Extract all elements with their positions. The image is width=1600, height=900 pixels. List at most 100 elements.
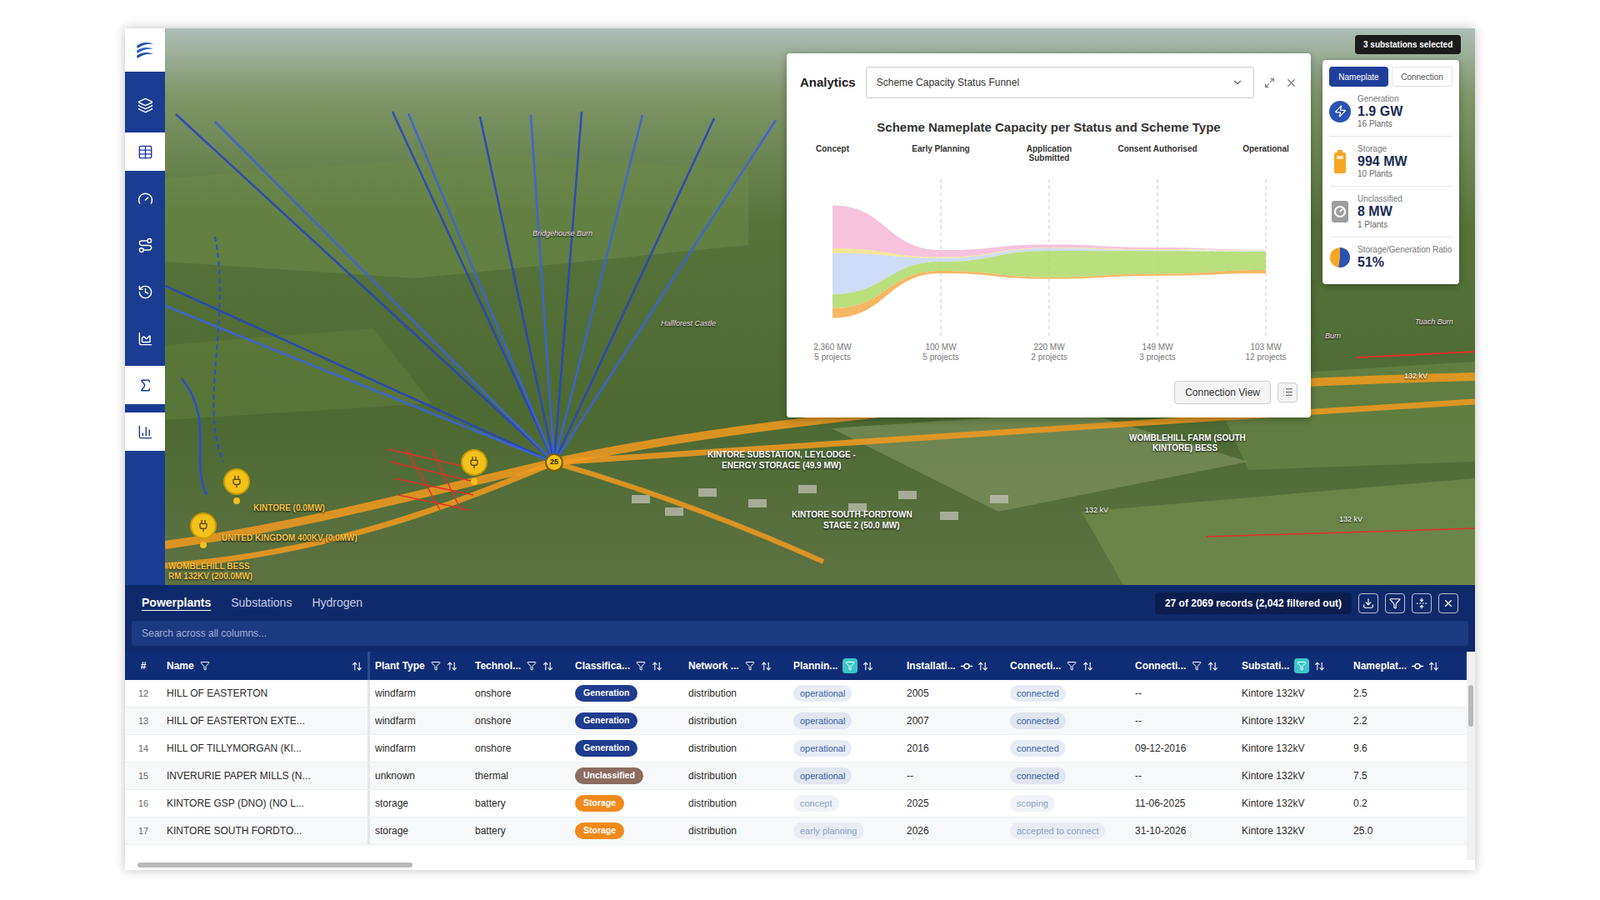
area-chart-icon	[137, 330, 154, 347]
table-cell: Storage	[570, 790, 684, 817]
column-header[interactable]: Connecti...	[1130, 651, 1237, 680]
analytics-panel: Analytics Scheme Capacity Status Funnel Sc…	[786, 53, 1311, 418]
funnel-series[interactable]	[832, 269, 1266, 318]
sort-icon[interactable]	[862, 660, 874, 672]
map-label: RM 132KV (200.0MW)	[168, 571, 253, 582]
expand-icon[interactable]	[1264, 77, 1275, 89]
column-header[interactable]: Substati...	[1236, 651, 1349, 680]
map-pin[interactable]	[223, 468, 250, 505]
sidebar-item[interactable]	[125, 365, 165, 405]
map-label: Tuach Burn	[1415, 317, 1454, 327]
table-cell: connected	[1005, 707, 1130, 735]
sidebar-item[interactable]	[125, 319, 165, 358]
funnel-series[interactable]	[832, 250, 1266, 308]
column-header[interactable]: #	[125, 651, 162, 680]
stage-value: 220 MW2 projects	[1009, 342, 1090, 364]
table-row[interactable]: 14HILL OF TILLYMORGAN (KI...windfarmonsh…	[125, 735, 1467, 763]
table-cell: 2026	[901, 817, 1005, 845]
column-filter[interactable]	[525, 660, 538, 672]
summary-tab[interactable]: Nameplate	[1329, 66, 1389, 87]
sort-icon[interactable]	[1428, 660, 1440, 672]
logo[interactable]	[125, 28, 165, 72]
toolbar-button[interactable]	[1385, 593, 1405, 614]
table-row[interactable]: 16KINTORE GSP (DNO) (NO L...storagebatte…	[125, 790, 1467, 818]
sort-icon[interactable]	[1314, 660, 1325, 672]
map-label: KINTORE SOUTH-FORDTOWN	[791, 510, 913, 520]
table-cell: 16	[125, 790, 162, 817]
sort-icon[interactable]	[542, 660, 554, 672]
table-cell: Kintore 132kV	[1236, 680, 1349, 707]
table-row[interactable]: 17KINTORE SOUTH FORDTO...storagebatteryS…	[125, 817, 1467, 845]
summary-card: NameplateConnectionGeneration1.9 GW16 Pl…	[1322, 60, 1460, 285]
vertical-scrollbar[interactable]	[1466, 651, 1475, 860]
column-header[interactable]: Network ...	[683, 651, 789, 680]
table-header: #NamePlant TypeTechnol...Classifica...Ne…	[125, 651, 1467, 680]
table-tab[interactable]: Powerplants	[141, 594, 211, 612]
column-header[interactable]: Technol...	[470, 651, 570, 680]
column-filter[interactable]	[1294, 658, 1310, 674]
toolbar-button[interactable]	[1411, 593, 1432, 614]
range-filter-icon[interactable]	[960, 660, 973, 672]
map-pin[interactable]	[460, 449, 488, 485]
table-cell: Kintore 132kV	[1236, 790, 1349, 817]
column-filter[interactable]	[635, 660, 647, 672]
chart-title: Scheme Nameplate Capacity per Status and…	[800, 118, 1298, 138]
connection-view-button[interactable]: Connection View	[1174, 380, 1271, 405]
range-filter-icon[interactable]	[1411, 660, 1424, 672]
table-row[interactable]: 15INVERURIE PAPER MILLS (N...unknownther…	[125, 762, 1467, 790]
analytics-title: Analytics	[800, 73, 856, 93]
sort-icon[interactable]	[1082, 660, 1094, 672]
cluster-badge[interactable]: 25	[545, 453, 564, 472]
table-cell: Generation	[570, 735, 684, 762]
sort-icon[interactable]	[351, 660, 363, 672]
table-tab[interactable]: Hydrogen	[311, 594, 363, 612]
list-button[interactable]	[1277, 382, 1298, 403]
sidebar-item[interactable]	[125, 85, 165, 125]
column-header[interactable]: Installati...	[901, 651, 1005, 680]
column-header[interactable]: Name	[161, 651, 370, 680]
close-icon[interactable]	[1285, 76, 1298, 90]
sidebar-item[interactable]	[125, 225, 165, 265]
table-cell: 11-06-2025	[1130, 790, 1237, 817]
column-filter[interactable]	[199, 660, 211, 672]
sidebar-item[interactable]	[125, 412, 165, 451]
map[interactable]: KINTORE SUBSTATION, LEYLODGE -ENERGY STO…	[165, 28, 1475, 585]
table-cell: KINTORE SOUTH FORDTO...	[161, 817, 370, 845]
column-header[interactable]: Classifica...	[570, 651, 684, 680]
logo-icon	[134, 39, 156, 61]
sidebar-item[interactable]	[125, 272, 165, 311]
sort-icon[interactable]	[446, 660, 458, 672]
column-header[interactable]: Connecti...	[1005, 651, 1130, 680]
sidebar-item[interactable]	[125, 179, 165, 218]
summary-item: Storage994 MW10 Plants	[1329, 136, 1453, 187]
summary-tab[interactable]: Connection	[1391, 66, 1453, 87]
search-input[interactable]	[131, 620, 1469, 646]
column-filter[interactable]	[842, 658, 858, 674]
table-row[interactable]: 12HILL OF EASTERTONwindfarmonshoreGenera…	[125, 680, 1467, 708]
horizontal-scrollbar[interactable]	[125, 860, 1475, 870]
connection-status: scoping	[1010, 795, 1055, 813]
table-cell: --	[1130, 707, 1237, 735]
table-cell: 2005	[901, 680, 1005, 707]
toolbar-button[interactable]	[1438, 593, 1459, 614]
column-header[interactable]: Plannin...	[788, 651, 902, 680]
column-filter[interactable]	[1065, 660, 1078, 672]
column-header[interactable]: Plant Type	[370, 651, 470, 680]
sidebar-item[interactable]	[125, 132, 165, 171]
funnel-icon	[745, 660, 755, 671]
map-pin[interactable]	[190, 512, 217, 549]
table-tab[interactable]: Substations	[230, 594, 292, 612]
sort-icon[interactable]	[651, 660, 663, 672]
column-header[interactable]: Nameplat...	[1348, 651, 1452, 680]
sort-icon[interactable]	[760, 660, 772, 672]
sort-icon[interactable]	[977, 660, 989, 672]
stage-label: Concept	[792, 144, 873, 155]
chart-select[interactable]: Scheme Capacity Status Funnel	[865, 66, 1255, 99]
column-filter[interactable]	[744, 660, 756, 672]
sort-icon[interactable]	[1207, 660, 1219, 672]
table-row[interactable]: 13HILL OF EASTERTON EXTE...windfarmonsho…	[125, 707, 1467, 735]
toolbar-button[interactable]	[1358, 593, 1379, 614]
column-filter[interactable]	[1190, 660, 1203, 672]
table-cell: 13	[125, 707, 162, 735]
column-filter[interactable]	[430, 660, 442, 672]
